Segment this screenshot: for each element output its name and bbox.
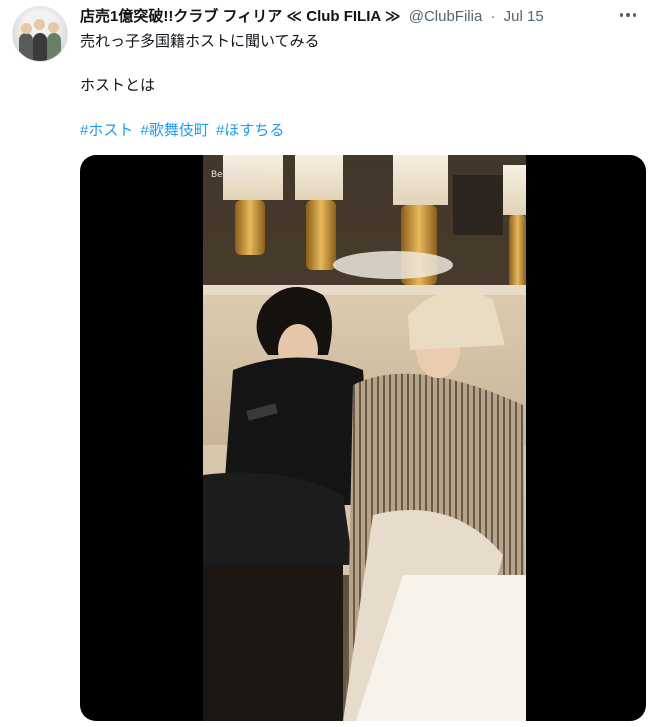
tweet: 店売1億突破!!クラブ フィリア ≪ Club FILIA ≫ @ClubFil…	[0, 0, 660, 727]
avatar-figure	[47, 33, 61, 61]
avatar-face	[34, 19, 45, 30]
tweet-header: 店売1億突破!!クラブ フィリア ≪ Club FILIA ≫ @ClubFil…	[80, 7, 610, 27]
hashtag-kabukicho[interactable]: #歌舞伎町	[141, 122, 209, 139]
tweet-text-line-1: 売れっ子多国籍ホストに聞いてみる	[80, 33, 320, 50]
hashtag-list: #ホスト #歌舞伎町 #ほすちる	[80, 121, 287, 141]
author-name[interactable]: 店売1億突破!!クラブ フィリア ≪ Club FILIA ≫	[80, 8, 401, 25]
hashtag-host[interactable]: #ホスト	[80, 122, 133, 139]
separator: ·	[490, 8, 496, 25]
video-scene: Bestlin.com	[203, 155, 526, 721]
hashtag-hosuchiru[interactable]: #ほすちる	[216, 122, 284, 139]
avatar[interactable]	[12, 6, 68, 62]
tweet-date[interactable]: Jul 15	[504, 8, 544, 25]
avatar-face	[21, 23, 32, 34]
video-frame: Bestlin.com	[203, 155, 526, 721]
author-handle[interactable]: @ClubFilia	[409, 8, 483, 25]
video-player[interactable]: Bestlin.com	[80, 155, 646, 721]
video-watermark: Bestlin.com	[211, 170, 264, 180]
tweet-text-line-2: ホストとは	[80, 77, 156, 94]
avatar-figure	[19, 33, 33, 61]
more-icon[interactable]	[616, 5, 640, 25]
avatar-figure	[33, 33, 47, 61]
avatar-face	[48, 22, 59, 33]
